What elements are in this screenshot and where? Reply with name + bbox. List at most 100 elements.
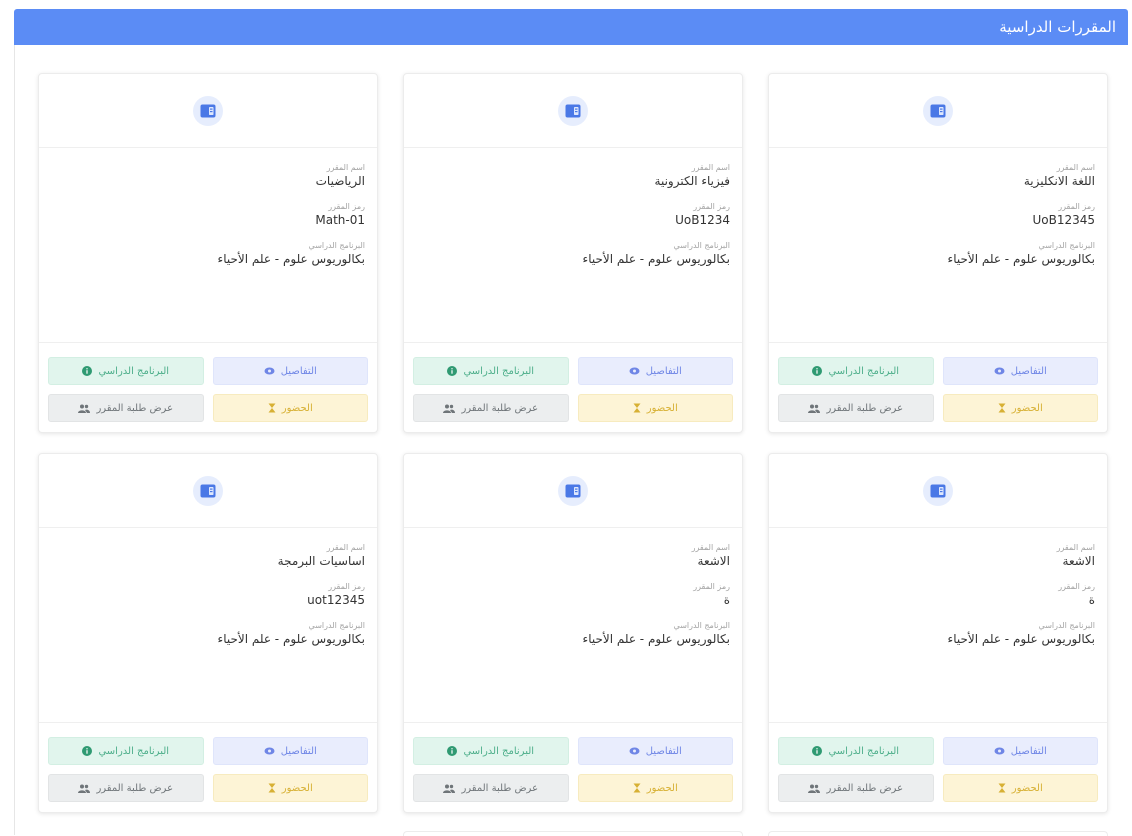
- course-code: ة: [1088, 593, 1095, 607]
- program-button[interactable]: البرنامج الدراسي: [48, 737, 204, 765]
- info-circle-icon: [82, 746, 93, 756]
- program-name: بكالوريوس علوم - علم الأحياء: [217, 632, 365, 646]
- course-name-label: اسم المقرر: [1056, 543, 1095, 552]
- program-button-label: البرنامج الدراسي: [98, 745, 170, 757]
- card-header: [404, 74, 742, 148]
- hourglass-icon: [998, 783, 1006, 793]
- course-name: الاشعة: [697, 554, 730, 568]
- program-button[interactable]: البرنامج الدراسي: [778, 737, 934, 765]
- program-name: بكالوريوس علوم - علم الأحياء: [582, 252, 730, 266]
- card-header: [39, 74, 377, 148]
- program-label: البرنامج الدراسي: [308, 621, 365, 630]
- details-button[interactable]: التفاصيل: [942, 737, 1098, 765]
- course-book-icon: [923, 475, 953, 506]
- details-button[interactable]: التفاصيل: [212, 737, 368, 765]
- program-button-label: البرنامج الدراسي: [463, 365, 535, 377]
- details-button-label: التفاصيل: [1010, 365, 1047, 377]
- students-button[interactable]: عرض طلبة المقرر: [413, 394, 569, 422]
- users-icon: [78, 784, 91, 793]
- card-info: اسم المقرر الرياضيات رمز المقرر Math-01 …: [39, 148, 377, 342]
- details-button-label: التفاصيل: [645, 745, 682, 757]
- course-name: فيزياء الكترونية: [654, 174, 730, 188]
- students-button[interactable]: عرض طلبة المقرر: [48, 394, 204, 422]
- hourglass-icon: [633, 783, 641, 793]
- details-button[interactable]: التفاصيل: [212, 357, 368, 385]
- details-button[interactable]: التفاصيل: [577, 737, 733, 765]
- eye-icon: [629, 367, 640, 375]
- students-button-label: عرض طلبة المقرر: [826, 402, 904, 414]
- next-row-card-peek: [403, 831, 743, 836]
- course-code-label: رمز المقرر: [1058, 582, 1095, 591]
- card-header: [39, 454, 377, 528]
- attendance-button-label: الحضور: [1011, 782, 1043, 794]
- program-name: بكالوريوس علوم - علم الأحياء: [217, 252, 365, 266]
- info-circle-icon: [812, 746, 823, 756]
- program-name: بكالوريوس علوم - علم الأحياء: [582, 632, 730, 646]
- program-label: البرنامج الدراسي: [308, 241, 365, 250]
- eye-icon: [264, 747, 275, 755]
- course-card: اسم المقرر اللغة الانكليزية رمز المقرر U…: [768, 73, 1108, 433]
- attendance-button-label: الحضور: [646, 402, 678, 414]
- program-button[interactable]: البرنامج الدراسي: [413, 357, 569, 385]
- students-button-label: عرض طلبة المقرر: [96, 402, 174, 414]
- details-button[interactable]: التفاصيل: [942, 357, 1098, 385]
- course-name-label: اسم المقرر: [691, 163, 730, 172]
- students-button-label: عرض طلبة المقرر: [96, 782, 174, 794]
- program-name: بكالوريوس علوم - علم الأحياء: [947, 252, 1095, 266]
- card-header: [769, 74, 1107, 148]
- students-button[interactable]: عرض طلبة المقرر: [778, 394, 934, 422]
- program-button[interactable]: البرنامج الدراسي: [413, 737, 569, 765]
- program-button-label: البرنامج الدراسي: [463, 745, 535, 757]
- students-button[interactable]: عرض طلبة المقرر: [48, 774, 204, 802]
- course-code-label: رمز المقرر: [328, 582, 365, 591]
- program-button-label: البرنامج الدراسي: [828, 745, 900, 757]
- course-code-label: رمز المقرر: [328, 202, 365, 211]
- course-code: uot12345: [307, 593, 365, 607]
- course-card: اسم المقرر فيزياء الكترونية رمز المقرر U…: [403, 73, 743, 433]
- course-name: الرياضيات: [315, 174, 365, 188]
- program-button[interactable]: البرنامج الدراسي: [778, 357, 934, 385]
- program-button[interactable]: البرنامج الدراسي: [48, 357, 204, 385]
- program-name: بكالوريوس علوم - علم الأحياء: [947, 632, 1095, 646]
- attendance-button[interactable]: الحضور: [942, 774, 1098, 802]
- card-header: [769, 454, 1107, 528]
- hourglass-icon: [998, 403, 1006, 413]
- program-label: البرنامج الدراسي: [673, 241, 730, 250]
- course-code: UoB12345: [1032, 213, 1095, 227]
- eye-icon: [629, 747, 640, 755]
- attendance-button-label: الحضور: [281, 402, 313, 414]
- students-button[interactable]: عرض طلبة المقرر: [778, 774, 934, 802]
- program-button-label: البرنامج الدراسي: [98, 365, 170, 377]
- course-name: الاشعة: [1062, 554, 1095, 568]
- course-code: ة: [723, 593, 730, 607]
- course-grid: اسم المقرر اللغة الانكليزية رمز المقرر U…: [38, 73, 1108, 813]
- details-button-label: التفاصيل: [1010, 745, 1047, 757]
- card-actions: التفاصيل البرنامج الدراسي الحضور عرض طلب…: [769, 342, 1107, 432]
- course-code: Math-01: [315, 213, 365, 227]
- card-actions: التفاصيل البرنامج الدراسي الحضور عرض طلب…: [404, 342, 742, 432]
- program-label: البرنامج الدراسي: [1038, 621, 1095, 630]
- info-circle-icon: [447, 746, 458, 756]
- attendance-button[interactable]: الحضور: [212, 774, 368, 802]
- users-icon: [78, 404, 91, 413]
- details-button-label: التفاصيل: [645, 365, 682, 377]
- users-icon: [808, 404, 821, 413]
- attendance-button[interactable]: الحضور: [577, 394, 733, 422]
- attendance-button[interactable]: الحضور: [577, 774, 733, 802]
- attendance-button[interactable]: الحضور: [212, 394, 368, 422]
- details-button[interactable]: التفاصيل: [577, 357, 733, 385]
- card-actions: التفاصيل البرنامج الدراسي الحضور عرض طلب…: [39, 342, 377, 432]
- card-info: اسم المقرر الاشعة رمز المقرر ة البرنامج …: [404, 528, 742, 722]
- eye-icon: [994, 747, 1005, 755]
- users-icon: [808, 784, 821, 793]
- course-card: اسم المقرر الرياضيات رمز المقرر Math-01 …: [38, 73, 378, 433]
- course-book-icon: [923, 95, 953, 126]
- attendance-button-label: الحضور: [281, 782, 313, 794]
- course-card: اسم المقرر اساسيات البرمجة رمز المقرر uo…: [38, 453, 378, 813]
- students-button[interactable]: عرض طلبة المقرر: [413, 774, 569, 802]
- course-book-icon: [193, 95, 223, 126]
- course-card: اسم المقرر الاشعة رمز المقرر ة البرنامج …: [768, 453, 1108, 813]
- attendance-button[interactable]: الحضور: [942, 394, 1098, 422]
- course-book-icon: [193, 475, 223, 506]
- course-name-label: اسم المقرر: [691, 543, 730, 552]
